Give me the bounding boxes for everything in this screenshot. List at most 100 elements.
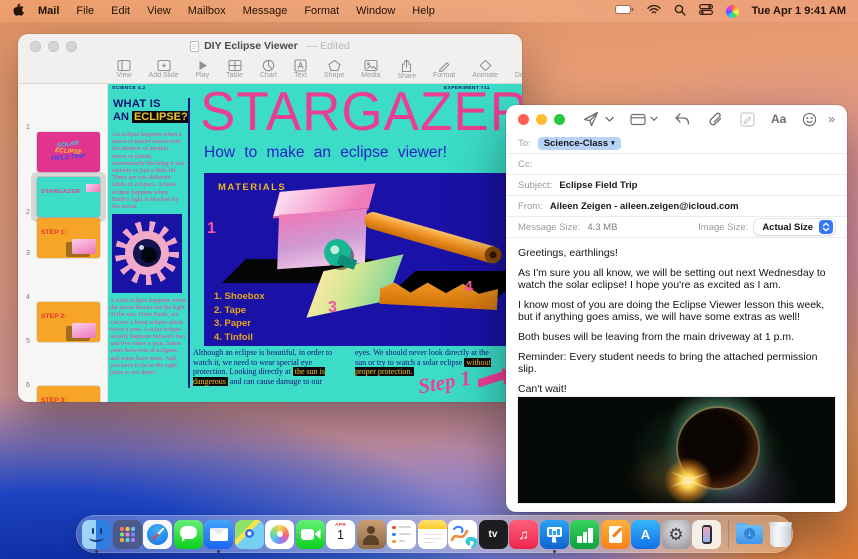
slide-canvas[interactable]: SCIENCE 4.2 EXPERIMENT #11 WHAT IS AN EC…	[108, 84, 522, 402]
send-options-chevron[interactable]	[605, 116, 614, 123]
to-field[interactable]: To: Science-Class ▾	[506, 133, 847, 154]
message-size-value: 4.3 MB	[587, 222, 617, 233]
menu-item-mailbox[interactable]: Mailbox	[188, 5, 226, 17]
dock-icon-trash[interactable]	[766, 520, 795, 549]
dock-icon-pages[interactable]	[601, 520, 630, 549]
markup-icon	[740, 112, 755, 127]
emoji-icon	[802, 112, 817, 127]
dock-icon-downloads[interactable]: ↓	[735, 520, 764, 549]
dock-separator	[728, 519, 729, 549]
desktop: Mail File Edit View Mailbox Message Form…	[0, 0, 858, 559]
dock-icon-reminders[interactable]	[387, 520, 416, 549]
from-field[interactable]: From: Aileen Zeigen - aileen.zeigen@iclo…	[506, 196, 847, 217]
markup-button[interactable]	[740, 112, 755, 127]
materials-list: 1. Shoebox 2. Tape 3. Paper 4. Tinfoil	[214, 290, 265, 344]
document-proxy-icon	[190, 41, 199, 52]
menu-item-view[interactable]: View	[147, 5, 171, 17]
menu-item-mail[interactable]: Mail	[38, 5, 59, 17]
play-button[interactable]: Play	[187, 58, 218, 79]
animate-button[interactable]: Animate	[464, 58, 507, 79]
control-center-icon[interactable]	[699, 4, 713, 18]
wifi-icon[interactable]	[647, 5, 661, 18]
menu-item-format[interactable]: Format	[304, 5, 339, 17]
dock-icon-notes[interactable]	[418, 520, 447, 549]
body-paragraph: Both buses will be leaving from the main…	[518, 331, 835, 344]
dock-icon-safari[interactable]	[143, 520, 172, 549]
table-icon	[228, 59, 242, 72]
message-size-row: Message Size: 4.3 MB Image Size: Actual …	[506, 217, 847, 238]
keynote-toolbar: View Add Slide Play Table Chart Text	[18, 58, 522, 84]
menu-item-message[interactable]: Message	[243, 5, 288, 17]
attach-button[interactable]	[708, 112, 723, 127]
slide-number: 6	[26, 382, 30, 389]
select-stepper-icon	[819, 220, 833, 234]
slide-thumbnail-3[interactable]: STEP 1:	[37, 218, 100, 258]
from-value: Aileen Zeigen - aileen.zeigen@icloud.com	[550, 201, 739, 212]
search-icon[interactable]	[674, 4, 686, 19]
menu-item-help[interactable]: Help	[412, 5, 435, 17]
reply-arrow-icon	[674, 112, 690, 126]
menu-item-edit[interactable]: Edit	[111, 5, 130, 17]
play-icon	[196, 59, 209, 72]
keynote-window-title: DIY Eclipse Viewer — Edited	[190, 40, 350, 52]
share-button[interactable]: Share	[389, 58, 425, 80]
subject-value: Eclipse Field Trip	[559, 180, 637, 191]
chart-button[interactable]: Chart	[251, 58, 285, 79]
dock-icon-music[interactable]: ♫	[509, 520, 538, 549]
eclipse-photo-attachment[interactable]	[518, 397, 835, 503]
cc-field[interactable]: Cc:	[506, 154, 847, 175]
slide-heading-line2: AN ECLIPSE?	[113, 111, 190, 123]
mail-window-controls[interactable]	[518, 114, 565, 125]
format-button[interactable]: Aa	[771, 112, 786, 126]
slide-navigator: 1 SOLAR ECLIPSE FIELD TRIP 2 STARGAZER 3…	[18, 84, 108, 402]
dock-icon-keynote[interactable]	[540, 520, 569, 549]
dock-icon-facetime[interactable]	[296, 520, 325, 549]
dock-icon-messages[interactable]	[174, 520, 203, 549]
battery-icon[interactable]	[615, 5, 634, 18]
dock-icon-app-store[interactable]: A	[631, 520, 660, 549]
document-button[interactable]: Document	[506, 58, 522, 79]
dock-icon-numbers[interactable]	[570, 520, 599, 549]
dock-icon-photos[interactable]	[265, 520, 294, 549]
slide-thumbnail-1[interactable]: SOLAR ECLIPSE FIELD TRIP	[37, 132, 100, 172]
shape-button[interactable]: Shape	[316, 58, 353, 79]
slide-thumbnail-2-selected[interactable]: STARGAZER	[37, 177, 100, 217]
tinfoil-roll-illustration	[362, 210, 501, 265]
dock-icon-iphone-mirroring[interactable]	[692, 520, 721, 549]
add-slide-icon	[157, 59, 171, 72]
dock-icon-apple-tv[interactable]: tv	[479, 520, 508, 549]
reply-indicator-button[interactable]	[674, 112, 690, 126]
view-button[interactable]: View	[108, 58, 140, 79]
send-button[interactable]	[583, 111, 599, 127]
dock-icon-system-settings[interactable]: ⚙	[662, 520, 691, 549]
menu-bar-clock[interactable]: Tue Apr 1 9:41 AM	[752, 5, 846, 17]
dock-icon-maps[interactable]	[235, 520, 264, 549]
emoji-button[interactable]	[802, 112, 817, 127]
recipient-token[interactable]: Science-Class ▾	[538, 137, 621, 150]
table-button[interactable]: Table	[218, 58, 252, 79]
subject-field[interactable]: Subject: Eclipse Field Trip	[506, 175, 847, 196]
media-button[interactable]: Media	[353, 58, 389, 79]
dock-icon-launchpad[interactable]	[113, 520, 142, 549]
format-button[interactable]: Format	[425, 58, 464, 79]
dock-icon-freeform[interactable]	[448, 520, 477, 549]
keynote-window-controls[interactable]	[30, 41, 77, 52]
body-paragraph: I know most of you are doing the Eclipse…	[518, 299, 835, 324]
add-slide-button[interactable]: Add Slide	[140, 58, 187, 79]
menu-item-file[interactable]: File	[76, 5, 94, 17]
dock-icon-contacts[interactable]	[357, 520, 386, 549]
stationery-button[interactable]	[630, 113, 658, 126]
menu-item-window[interactable]: Window	[356, 5, 395, 17]
mail-toolbar-overflow-button[interactable]: »	[828, 112, 835, 126]
image-size-select[interactable]: Actual Size	[754, 219, 835, 235]
dock-icon-finder[interactable]	[82, 520, 111, 549]
dock-icon-mail[interactable]	[204, 520, 233, 549]
image-playground-icon[interactable]	[726, 5, 739, 18]
shape-icon	[328, 59, 341, 72]
slide-thumbnail-5[interactable]: STEP 3:	[37, 386, 100, 402]
text-button[interactable]: Text	[286, 58, 316, 79]
materials-number-3: 3	[328, 299, 337, 317]
slide-thumbnail-4[interactable]: STEP 2:	[37, 302, 100, 342]
apple-menu-icon[interactable]	[12, 3, 24, 20]
dock-icon-calendar[interactable]: APR1	[326, 520, 355, 549]
